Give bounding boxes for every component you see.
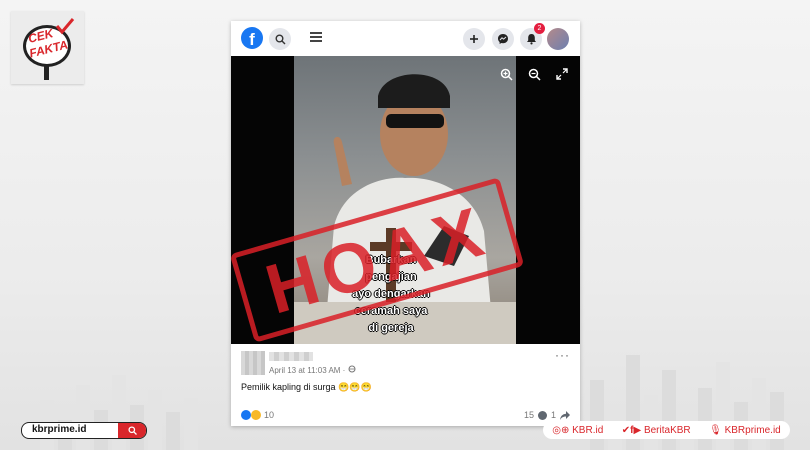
web-icon: ⊕ <box>560 424 570 436</box>
post-details: April 13 at 11:03 AM · ··· Pemilik kapli… <box>231 344 580 426</box>
share-icon <box>560 410 570 420</box>
reactions-summary[interactable]: 10 <box>241 410 274 420</box>
url-search-bar[interactable]: kbrprime.id <box>21 422 147 439</box>
profile-avatar[interactable] <box>547 28 569 50</box>
social-kbr-id[interactable]: ◎⊕ KBR.id <box>552 425 603 436</box>
microphone-icon: 🎙 <box>709 424 722 436</box>
magnifier-handle <box>44 64 49 80</box>
more-options-button[interactable]: ··· <box>555 348 570 362</box>
create-button[interactable] <box>463 28 485 50</box>
poster-avatar-blurred[interactable] <box>241 351 265 375</box>
social-handles-bar: ◎⊕ KBR.id ✔f▶ BeritaKBR 🎙 KBRprime.id <box>543 421 790 439</box>
zoom-in-icon[interactable] <box>498 68 514 84</box>
bell-icon <box>526 34 536 45</box>
checkmark-icon <box>55 18 75 35</box>
youtube-icon: ▶ <box>633 424 642 436</box>
search-icon <box>275 34 285 44</box>
facebook-top-bar: f 2 <box>231 21 580 56</box>
comments-count: 15 <box>523 410 534 420</box>
shares-count: 1 <box>550 410 556 420</box>
zoom-out-icon[interactable] <box>526 68 542 84</box>
post-text: Pemilik kapling di surga 😁😁😁 <box>241 382 372 392</box>
poster-name-blurred[interactable] <box>269 352 313 361</box>
caption-line-5: di gereja <box>368 322 414 334</box>
facebook-logo-icon[interactable]: f <box>241 27 263 49</box>
facebook-post-screenshot: f 2 Bubarkan pengajian ayo dengarkan cer… <box>229 21 580 426</box>
messenger-button[interactable] <box>492 28 514 50</box>
cek-fakta-logo: CEK FAKTA <box>11 11 84 84</box>
instagram-icon: ◎ <box>552 424 561 436</box>
haha-reaction-icon <box>251 410 261 420</box>
search-button-footer[interactable] <box>118 423 146 438</box>
like-reaction-icon <box>241 410 251 420</box>
globe-icon <box>348 365 356 373</box>
site-url: kbrprime.id <box>32 424 87 435</box>
post-timestamp[interactable]: April 13 at 11:03 AM · <box>269 365 356 375</box>
menu-button[interactable] <box>310 32 322 42</box>
search-button[interactable] <box>269 28 291 50</box>
twitter-icon: ✔ <box>621 424 631 436</box>
post-photo[interactable]: Bubarkan pengajian ayo dengarkan ceramah… <box>229 56 580 344</box>
comment-icon <box>537 410 547 420</box>
social-kbrprime[interactable]: 🎙 KBRprime.id <box>709 425 781 436</box>
fullscreen-icon[interactable] <box>554 68 570 84</box>
notification-badge: 2 <box>534 23 545 34</box>
social-beritakbr[interactable]: ✔f▶ BeritaKBR <box>622 425 691 436</box>
reactions-count: 10 <box>264 410 275 420</box>
search-icon <box>127 426 137 435</box>
messenger-icon <box>498 34 508 44</box>
plus-icon <box>470 35 478 43</box>
engagement-stats[interactable]: 15 1 <box>524 410 570 420</box>
